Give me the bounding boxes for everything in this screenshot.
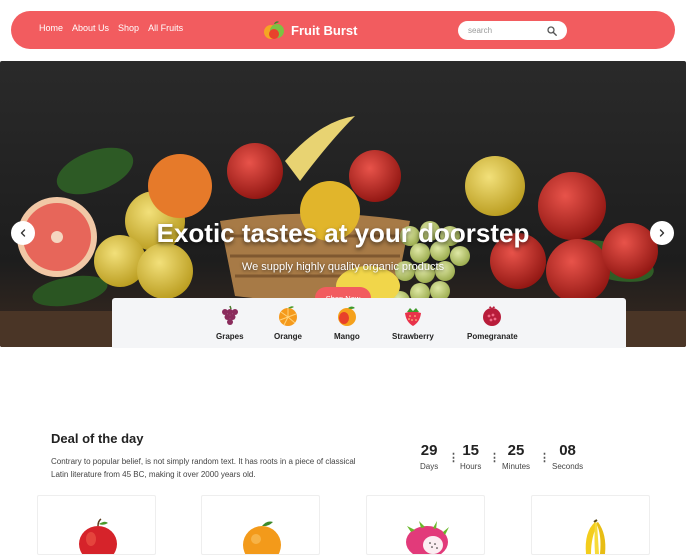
countdown-minutes: 25 Minutes [502,442,530,471]
orange-icon [279,306,297,326]
nav-link-home[interactable]: Home [39,23,63,33]
deal-description: Contrary to popular belief, is not simpl… [51,457,356,479]
category-label: Grapes [216,332,244,341]
countdown-label: Seconds [552,462,584,471]
nav-link-shop[interactable]: Shop [118,23,139,33]
category-label: Orange [274,332,303,341]
hero-subtitle: We supply highly quality organic product… [241,261,445,273]
hero-title: Exotic tastes at your doorstep [156,218,530,248]
category-strip: Grapes Orange Mango Strawberry Pomegrana… [112,298,626,348]
deal-title: Deal of the day [51,431,144,446]
search-box [458,21,567,40]
countdown-hours: 15 Hours [460,442,481,471]
category-orange[interactable]: Orange [274,304,302,341]
navbar: Home About Us Shop All Fruits Fruit Burs… [11,11,675,49]
brand[interactable]: Fruit Burst [263,19,357,41]
brand-name: Fruit Burst [291,22,358,38]
product-card[interactable] [201,495,320,555]
countdown-separator: ⋮ [448,452,459,464]
carousel-prev-button[interactable] [11,221,35,245]
category-pomegranate[interactable]: Pomegranate [467,304,518,341]
search-icon[interactable] [547,26,557,36]
fruit-logo-icon [264,21,284,39]
product-card[interactable] [37,495,156,555]
countdown-days: 29 Days [420,442,438,471]
countdown-seconds: 08 Seconds [552,442,583,471]
nav-links: Home About Us Shop All Fruits [39,23,183,33]
nav-link-about-us[interactable]: About Us [72,23,109,33]
category-label: Pomegranate [467,332,518,341]
carousel-next-button[interactable] [650,221,674,245]
countdown-separator: ⋮ [539,452,550,464]
grapes-icon [221,305,238,325]
search-input[interactable] [468,24,544,37]
countdown-separator: ⋮ [489,452,500,464]
category-label: Mango [334,332,360,341]
chevron-right-icon [659,229,665,237]
countdown-label: Days [420,462,439,471]
countdown-value: 25 [507,442,525,459]
mango-icon [337,306,356,326]
pomegranate-icon [483,306,502,326]
nav-link-all-fruits[interactable]: All Fruits [148,23,183,33]
category-grapes[interactable]: Grapes [216,304,244,341]
product-card[interactable] [531,495,650,555]
strawberry-icon [404,308,421,326]
countdown-value: 08 [559,442,576,459]
countdown-value: 29 [420,442,438,459]
countdown-label: Minutes [502,462,531,471]
chevron-left-icon [20,229,26,237]
category-label: Strawberry [392,332,434,341]
countdown-value: 15 [462,442,480,459]
product-card[interactable] [366,495,485,555]
category-mango[interactable]: Mango [334,304,360,341]
category-strawberry[interactable]: Strawberry [392,304,434,341]
countdown-label: Hours [460,462,482,471]
